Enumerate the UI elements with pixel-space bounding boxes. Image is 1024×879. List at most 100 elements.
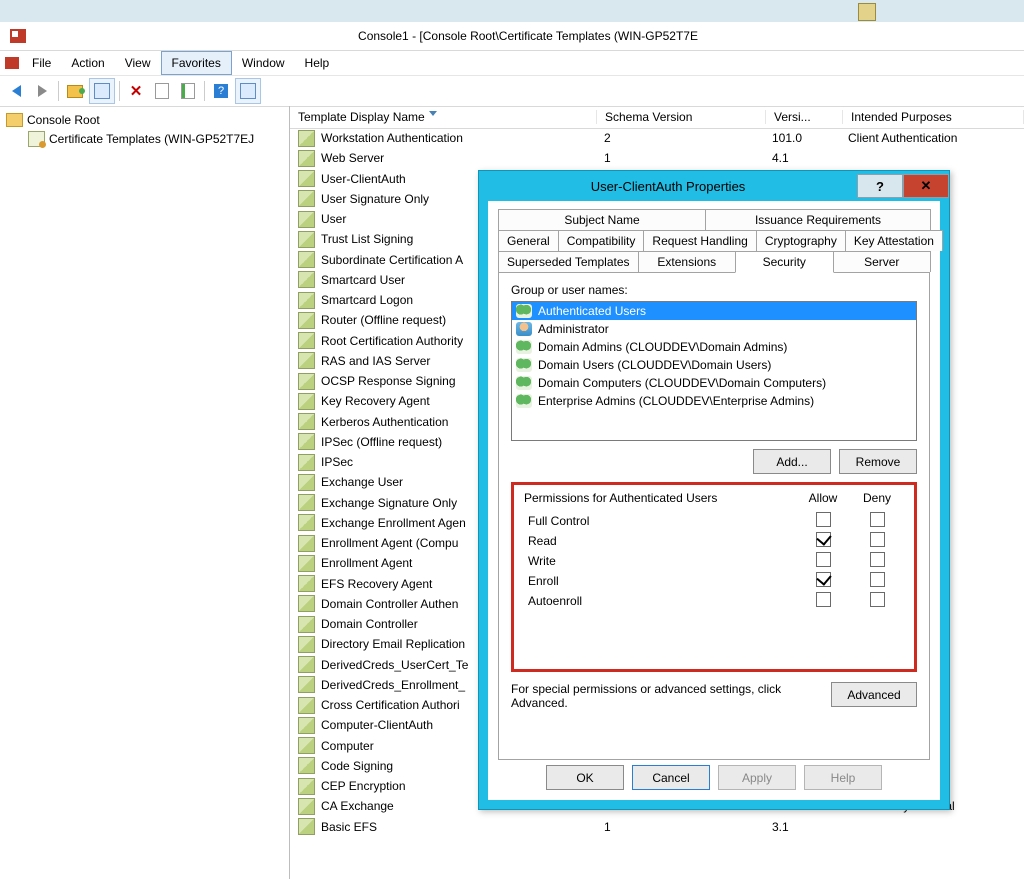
dialog-titlebar[interactable]: User-ClientAuth Properties ? ✕: [479, 171, 949, 201]
user-row[interactable]: Administrator: [512, 320, 916, 338]
template-icon: [298, 150, 315, 167]
tab-key-attestation[interactable]: Key Attestation: [845, 230, 943, 251]
tree-cert-templates[interactable]: Certificate Templates (WIN-GP52T7EJ: [6, 129, 289, 148]
col-version[interactable]: Versi...: [766, 110, 843, 124]
template-purpose: Client Authentication: [840, 131, 1024, 145]
allow-checkbox[interactable]: [816, 592, 831, 607]
menu-action[interactable]: Action: [61, 51, 114, 75]
tab-superseded[interactable]: Superseded Templates: [498, 251, 639, 272]
tray-icon[interactable]: [858, 3, 876, 21]
permission-row: Autoenroll: [524, 591, 904, 611]
template-name: Web Server: [321, 151, 384, 165]
deny-checkbox[interactable]: [870, 572, 885, 587]
dialog-help-button[interactable]: ?: [857, 174, 903, 198]
system-menu-icon[interactable]: [2, 51, 22, 75]
user-name: Enterprise Admins (CLOUDDEV\Enterprise A…: [538, 394, 814, 408]
up-button[interactable]: [63, 79, 87, 103]
user-row[interactable]: Authenticated Users: [512, 302, 916, 320]
tab-extensions[interactable]: Extensions: [638, 251, 736, 272]
forward-button[interactable]: [30, 79, 54, 103]
menu-favorites[interactable]: Favorites: [161, 51, 232, 75]
x-icon: ✕: [130, 82, 143, 100]
allow-checkbox[interactable]: [816, 532, 831, 547]
document-icon: [155, 83, 169, 99]
template-icon: [298, 656, 315, 673]
tab-security[interactable]: Security: [735, 251, 833, 273]
help-button[interactable]: Help: [804, 765, 882, 790]
allow-checkbox[interactable]: [816, 572, 831, 587]
template-row[interactable]: Basic EFS13.1: [290, 817, 1024, 837]
permissions-box: Permissions for Authenticated Users Allo…: [511, 482, 917, 672]
perm-name: Full Control: [524, 514, 796, 528]
template-row[interactable]: Web Server14.1: [290, 148, 1024, 168]
delete-button[interactable]: ✕: [124, 79, 148, 103]
action-pane-button[interactable]: [235, 78, 261, 104]
deny-checkbox[interactable]: [870, 592, 885, 607]
template-name: OCSP Response Signing: [321, 374, 456, 388]
sort-desc-icon: [429, 111, 437, 116]
template-name: Directory Email Replication: [321, 637, 465, 651]
tab-issuance-req[interactable]: Issuance Requirements: [705, 209, 931, 230]
allow-checkbox[interactable]: [816, 552, 831, 567]
help-button[interactable]: ?: [209, 79, 233, 103]
help-icon: ?: [214, 84, 228, 98]
deny-checkbox[interactable]: [870, 512, 885, 527]
add-button[interactable]: Add...: [753, 449, 831, 474]
template-icon: [298, 474, 315, 491]
window-title: Console1 - [Console Root\Certificate Tem…: [32, 29, 1024, 43]
template-name: CA Exchange: [321, 799, 394, 813]
template-icon: [298, 231, 315, 248]
template-schema: 1: [596, 151, 764, 165]
back-button[interactable]: [4, 79, 28, 103]
allow-checkbox[interactable]: [816, 512, 831, 527]
col-purpose[interactable]: Intended Purposes: [843, 110, 1024, 124]
template-icon: [298, 433, 315, 450]
tabstrip: Subject Name Issuance Requirements Gener…: [488, 201, 940, 272]
perm-name: Enroll: [524, 574, 796, 588]
allow-header: Allow: [796, 491, 850, 505]
cancel-button[interactable]: Cancel: [632, 765, 710, 790]
template-name: Workstation Authentication: [321, 131, 463, 145]
tab-cryptography[interactable]: Cryptography: [756, 230, 846, 251]
menu-view[interactable]: View: [115, 51, 161, 75]
folder-icon: [6, 113, 23, 127]
template-icon: [298, 676, 315, 693]
tree-root-label: Console Root: [27, 113, 100, 127]
tab-subject-name[interactable]: Subject Name: [498, 209, 706, 230]
user-row[interactable]: Domain Admins (CLOUDDEV\Domain Admins): [512, 338, 916, 356]
ok-button[interactable]: OK: [546, 765, 624, 790]
menu-file[interactable]: File: [22, 51, 61, 75]
properties-button[interactable]: [150, 79, 174, 103]
advanced-button[interactable]: Advanced: [831, 682, 917, 707]
user-name: Authenticated Users: [538, 304, 646, 318]
template-icon: [298, 697, 315, 714]
tab-server[interactable]: Server: [833, 251, 931, 272]
tab-general[interactable]: General: [498, 230, 559, 251]
template-name: EFS Recovery Agent: [321, 577, 432, 591]
col-name[interactable]: Template Display Name: [290, 110, 597, 124]
user-row[interactable]: Domain Users (CLOUDDEV\Domain Users): [512, 356, 916, 374]
template-row[interactable]: Workstation Authentication2101.0Client A…: [290, 128, 1024, 148]
menu-help[interactable]: Help: [295, 51, 340, 75]
deny-checkbox[interactable]: [870, 552, 885, 567]
user-row[interactable]: Domain Computers (CLOUDDEV\Domain Comput…: [512, 374, 916, 392]
tab-compatibility[interactable]: Compatibility: [558, 230, 645, 251]
show-hide-tree-button[interactable]: [89, 78, 115, 104]
template-icon: [298, 170, 315, 187]
menu-window[interactable]: Window: [232, 51, 295, 75]
user-list[interactable]: Authenticated Users AdministratorDomain A…: [511, 301, 917, 441]
dialog-close-button[interactable]: ✕: [903, 174, 949, 198]
tab-request-handling[interactable]: Request Handling: [643, 230, 756, 251]
tree-root[interactable]: Console Root: [6, 110, 289, 129]
remove-button[interactable]: Remove: [839, 449, 917, 474]
col-schema[interactable]: Schema Version: [597, 110, 766, 124]
permission-row: Enroll: [524, 571, 904, 591]
apply-button[interactable]: Apply: [718, 765, 796, 790]
template-icon: [298, 211, 315, 228]
export-button[interactable]: [176, 79, 200, 103]
deny-checkbox[interactable]: [870, 532, 885, 547]
perm-name: Autoenroll: [524, 594, 796, 608]
template-icon: [298, 352, 315, 369]
user-row[interactable]: Enterprise Admins (CLOUDDEV\Enterprise A…: [512, 392, 916, 410]
security-panel: Group or user names: Authenticated Users…: [498, 272, 930, 760]
